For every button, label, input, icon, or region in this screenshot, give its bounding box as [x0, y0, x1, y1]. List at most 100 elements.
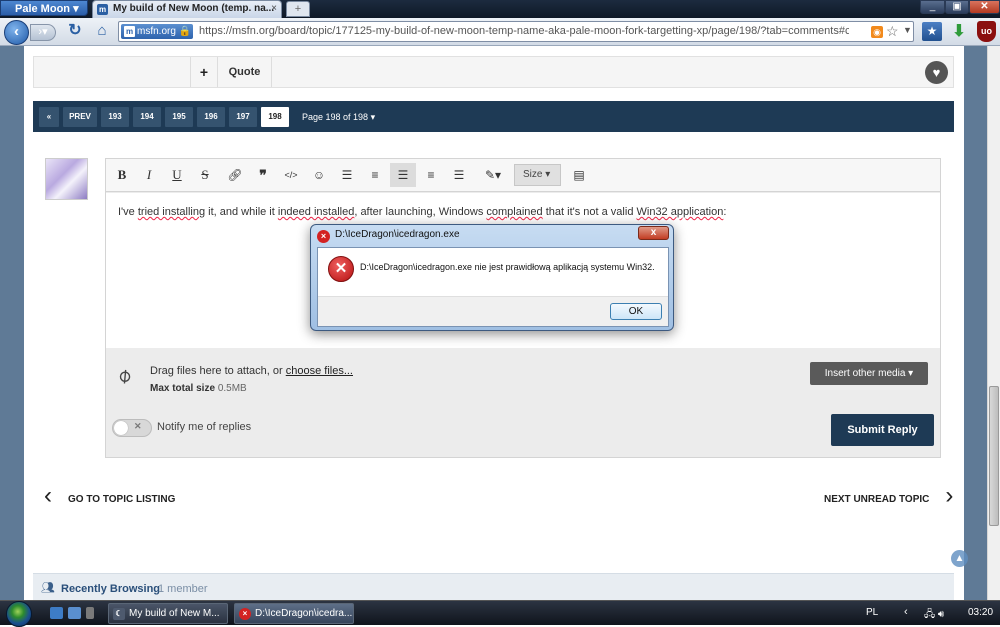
page-link[interactable]: 196 — [197, 107, 225, 127]
switch-windows-icon[interactable] — [68, 607, 81, 619]
page-link[interactable]: 197 — [229, 107, 257, 127]
page-link[interactable]: 194 — [133, 107, 161, 127]
dialog-message: D:\IceDragon\icedragon.exe nie jest praw… — [360, 262, 655, 272]
numbered-list-icon[interactable]: ≡ — [362, 163, 388, 187]
show-desktop-icon[interactable] — [50, 607, 63, 619]
system-tray: PL ‹ 🖧︎ 🔊︎ 03:20 — [860, 601, 1000, 626]
notify-row: ✕ Notify me of replies Submit Reply — [106, 409, 940, 457]
app-menu-button[interactable]: Pale Moon ▾ — [0, 0, 88, 16]
tab-active[interactable]: m My build of New Moon (temp. na... × — [92, 0, 282, 18]
drag-text: Drag files here to attach, or — [150, 365, 286, 377]
page-info-label: Page 198 of 198 — [302, 112, 369, 122]
ublock-icon[interactable]: uo — [977, 21, 996, 42]
current-page[interactable]: 198 — [261, 107, 289, 127]
downloads-icon[interactable]: ⬇ — [951, 21, 967, 41]
underline-button[interactable]: U — [164, 163, 190, 187]
go-to-topic-label: GO TO TOPIC LISTING — [68, 494, 176, 505]
multiquote-button[interactable]: + — [190, 57, 218, 87]
emoji-icon[interactable]: ☺ — [306, 163, 332, 187]
italic-button[interactable]: I — [136, 163, 162, 187]
strikethrough-button[interactable]: S — [192, 163, 218, 187]
paperclip-icon: ⌀ — [112, 363, 137, 389]
site-identity-button[interactable]: m msfn.org 🔒 — [121, 24, 193, 39]
url-text[interactable]: https://msfn.org/board/topic/177125-my-b… — [199, 25, 849, 37]
forward-arrow-icon: ›▾ — [38, 26, 48, 38]
align-center-icon[interactable]: ≡ — [418, 163, 444, 187]
ok-button[interactable]: OK — [610, 303, 662, 320]
dialog-footer: OK — [318, 296, 668, 326]
go-to-topic-listing-link[interactable]: ‹ GO TO TOPIC LISTING — [44, 484, 176, 510]
rss-icon[interactable]: ◉ — [871, 26, 883, 38]
forward-button[interactable]: ›▾ — [30, 24, 56, 41]
window-maximize-button[interactable]: ▣ — [945, 0, 969, 14]
link-icon[interactable]: 🔗︎ — [222, 163, 248, 187]
users-icon: 👥︎ — [41, 582, 55, 594]
next-unread-topic-link[interactable]: NEXT UNREAD TOPIC › — [824, 484, 953, 510]
font-size-dropdown[interactable]: Size ▾ — [514, 164, 561, 186]
quote-button[interactable]: Quote — [218, 57, 272, 87]
home-button[interactable]: ⌂ — [92, 22, 112, 40]
tray-icons[interactable]: 🖧︎ 🔊︎ — [924, 607, 964, 620]
choose-files-link[interactable]: choose files... — [286, 365, 353, 377]
page-scrollbar[interactable] — [987, 46, 1000, 600]
avatar[interactable] — [45, 158, 88, 200]
bold-button[interactable]: B — [109, 163, 135, 187]
error-small-icon: × — [317, 230, 330, 243]
start-button[interactable] — [6, 601, 32, 627]
prev-page-button[interactable]: PREV — [63, 107, 97, 127]
toggle-off-icon: ✕ — [134, 421, 142, 431]
new-tab-button[interactable]: + — [286, 1, 310, 17]
page-link[interactable]: 195 — [165, 107, 193, 127]
taskbar-item-browser[interactable]: ☾ My build of New M... — [108, 603, 228, 624]
size-label: Size — [523, 169, 543, 180]
task-label: D:\IceDragon\icedra... — [255, 608, 353, 619]
source-view-icon[interactable]: ▤ — [566, 163, 592, 187]
first-page-button[interactable]: « — [39, 107, 59, 127]
url-dropdown-icon[interactable]: ▼ — [903, 25, 912, 35]
app-menu-label: Pale Moon — [15, 3, 71, 15]
notify-toggle[interactable]: ✕ — [112, 419, 152, 437]
reload-button[interactable]: ↻ — [66, 22, 84, 40]
error-icon: ✕ — [328, 256, 354, 282]
address-bar[interactable]: m msfn.org 🔒 https://msfn.org/board/topi… — [118, 21, 914, 42]
page-link[interactable]: 193 — [101, 107, 129, 127]
error-small-icon: × — [239, 608, 251, 620]
caret-down-icon: ▾ — [370, 112, 376, 122]
align-left-icon[interactable]: ☰ — [390, 163, 416, 187]
submit-reply-button[interactable]: Submit Reply — [831, 414, 934, 446]
post-controls-bar: + Quote ♥ — [33, 56, 954, 88]
attachment-area[interactable]: ⌀ Drag files here to attach, or choose f… — [106, 349, 940, 409]
code-icon[interactable]: </> — [278, 163, 304, 187]
bookmark-star-icon[interactable]: ☆ — [886, 23, 899, 40]
insert-media-button[interactable]: Insert other media ▾ — [810, 362, 928, 385]
tab-close-icon[interactable]: × — [271, 1, 277, 17]
taskbar-item-dialog[interactable]: × D:\IceDragon\icedra... — [234, 603, 354, 624]
scrollbar-thumb[interactable] — [989, 386, 999, 526]
quote-icon[interactable]: ❞ — [250, 163, 276, 187]
align-right-icon[interactable]: ☰ — [446, 163, 472, 187]
text-color-icon[interactable]: ✎▾ — [478, 163, 508, 187]
chevron-right-icon: › — [945, 482, 954, 509]
chevron-left-icon: ‹ — [44, 482, 52, 509]
clock[interactable]: 03:20 — [968, 607, 993, 618]
window-minimize-button[interactable]: _ — [920, 0, 945, 14]
bookmarks-icon[interactable]: ★ — [922, 22, 942, 41]
reply-text-part: indeed installed — [277, 206, 355, 218]
language-indicator[interactable]: PL — [866, 607, 878, 618]
window-close-button[interactable]: ✕ — [969, 0, 1000, 14]
taskbar: ☾ My build of New M... × D:\IceDragon\iced… — [0, 600, 1000, 627]
quicklaunch-icon[interactable] — [86, 607, 94, 619]
bullet-list-icon[interactable]: ☰ — [334, 163, 360, 187]
back-to-top-icon[interactable]: ▲ — [951, 550, 968, 567]
reaction-heart-icon[interactable]: ♥ — [925, 61, 948, 84]
tray-expand-icon[interactable]: ‹ — [904, 606, 908, 618]
back-button[interactable]: ‹ — [4, 20, 29, 45]
recently-browsing-label[interactable]: Recently Browsing — [61, 583, 160, 595]
pagination-bar: « PREV 193 194 195 196 197 198 Page 198 … — [33, 101, 954, 132]
navigation-toolbar: ‹ ›▾ ↻ ⌂ m msfn.org 🔒 https://msfn.org/b… — [0, 18, 1000, 46]
recently-browsing-count: 1 member — [158, 583, 208, 595]
page-jump-dropdown[interactable]: Page 198 of 198 ▾ — [302, 107, 375, 127]
max-size-label: Max total size — [150, 383, 216, 394]
dialog-close-button[interactable]: x — [638, 226, 669, 240]
insert-media-label: Insert other media — [824, 368, 906, 379]
